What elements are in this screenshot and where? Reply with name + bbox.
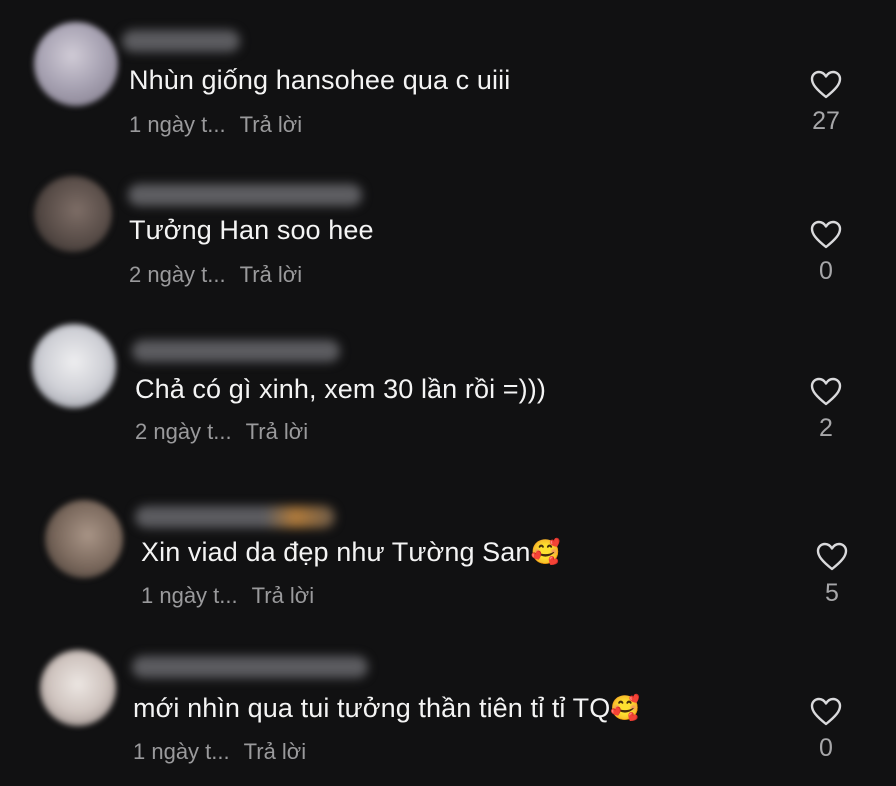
- comment-time: 2 ngày t...: [129, 262, 226, 287]
- reply-button[interactable]: Trả lời: [246, 419, 309, 444]
- like-count: 2: [819, 414, 833, 442]
- reply-button[interactable]: Trả lời: [244, 739, 307, 764]
- like-control[interactable]: 5: [802, 542, 862, 608]
- avatar[interactable]: [45, 500, 123, 578]
- username-blurred[interactable]: [128, 184, 362, 206]
- comment-meta: 2 ngày t... Trả lời: [135, 419, 308, 445]
- heart-icon[interactable]: [810, 697, 842, 727]
- avatar[interactable]: [34, 176, 112, 252]
- comment-text-body: Tưởng Han soo hee: [129, 215, 374, 245]
- avatar[interactable]: [32, 324, 116, 408]
- like-control[interactable]: 0: [796, 697, 856, 763]
- heart-icon[interactable]: [816, 542, 848, 572]
- like-count: 0: [819, 257, 833, 285]
- comment-time: 1 ngày t...: [141, 583, 238, 608]
- comment-text-body: mới nhìn qua tui tưởng thần tiên tỉ tỉ T…: [133, 693, 611, 723]
- username-blurred[interactable]: [122, 30, 240, 52]
- avatar[interactable]: [40, 650, 116, 726]
- username-blurred[interactable]: [132, 656, 368, 678]
- like-control[interactable]: 27: [796, 70, 856, 136]
- comment-meta: 2 ngày t... Trả lời: [129, 262, 302, 288]
- comment-meta: 1 ngày t... Trả lời: [129, 112, 302, 138]
- emoji: 🥰: [530, 539, 561, 566]
- username-blurred[interactable]: [135, 506, 335, 528]
- comment-meta: 1 ngày t... Trả lời: [133, 739, 306, 765]
- like-count: 5: [825, 579, 839, 607]
- like-control[interactable]: 0: [796, 220, 856, 286]
- comment-item: Chả có gì xinh, xem 30 lần rồi =))) 2 ng…: [0, 310, 896, 460]
- comment-text: Tưởng Han soo hee: [129, 214, 374, 246]
- comment-item: Tưởng Han soo hee 2 ngày t... Trả lời 0: [0, 150, 896, 300]
- reply-button[interactable]: Trả lời: [240, 112, 303, 137]
- avatar[interactable]: [34, 22, 118, 106]
- comment-time: 1 ngày t...: [133, 739, 230, 764]
- like-count: 27: [812, 107, 840, 135]
- comment-text: Nhùn giống hansohee qua c uiii: [129, 64, 510, 96]
- comment-time: 1 ngày t...: [129, 112, 226, 137]
- comment-item: mới nhìn qua tui tưởng thần tiên tỉ tỉ T…: [0, 636, 896, 786]
- comment-item: Nhùn giống hansohee qua c uiii 1 ngày t.…: [0, 0, 896, 150]
- comment-text: Xin viad da đẹp như Tường San🥰: [141, 536, 561, 569]
- comment-item: Xin viad da đẹp như Tường San🥰 1 ngày t.…: [0, 480, 896, 630]
- like-count: 0: [819, 734, 833, 762]
- emoji: 🥰: [610, 695, 641, 722]
- comment-text-body: Chả có gì xinh, xem 30 lần rồi =))): [135, 374, 546, 404]
- comment-meta: 1 ngày t... Trả lời: [141, 583, 314, 609]
- comment-text-body: Nhùn giống hansohee qua c uiii: [129, 65, 511, 95]
- reply-button[interactable]: Trả lời: [240, 262, 303, 287]
- comment-text: mới nhìn qua tui tưởng thần tiên tỉ tỉ T…: [133, 692, 640, 725]
- comment-text: Chả có gì xinh, xem 30 lần rồi =))): [135, 373, 546, 405]
- comment-time: 2 ngày t...: [135, 419, 232, 444]
- username-blurred[interactable]: [132, 340, 340, 362]
- heart-icon[interactable]: [810, 377, 842, 407]
- like-control[interactable]: 2: [796, 377, 856, 443]
- reply-button[interactable]: Trả lời: [252, 583, 315, 608]
- heart-icon[interactable]: [810, 220, 842, 250]
- comment-text-body: Xin viad da đẹp như Tường San: [141, 537, 531, 567]
- heart-icon[interactable]: [810, 70, 842, 100]
